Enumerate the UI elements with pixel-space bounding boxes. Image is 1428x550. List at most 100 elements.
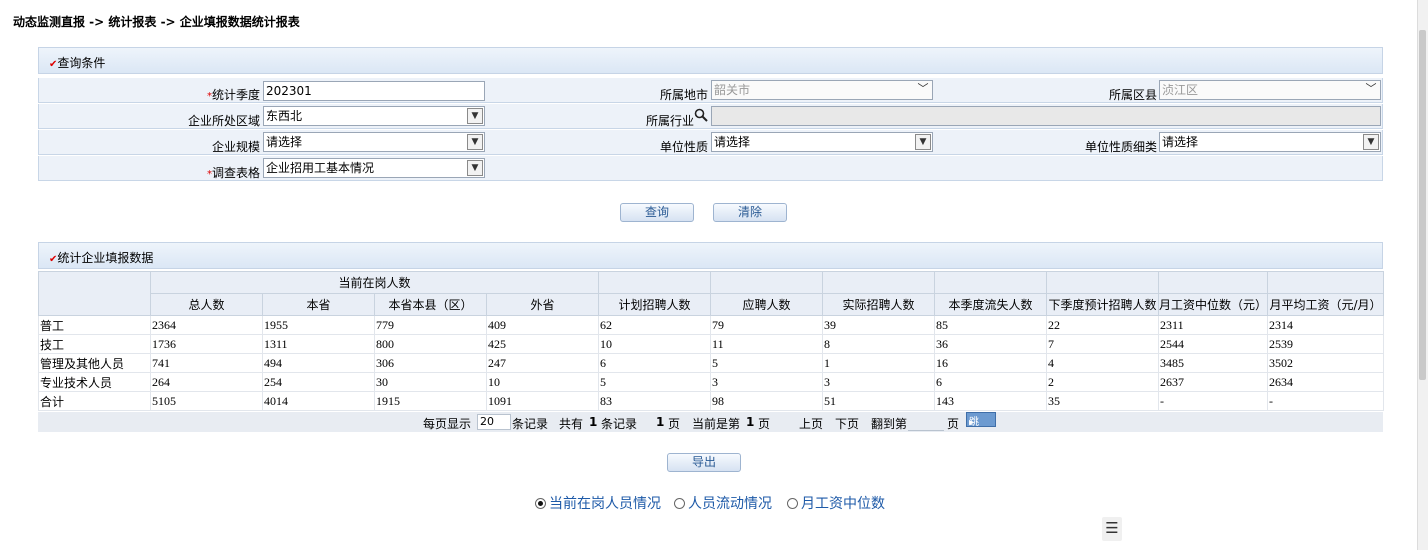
table-row: 专业技术人员 264 254 30 10 5 3 3 6 2 2637 2634: [38, 372, 1385, 392]
play-icon: ▸: [969, 417, 975, 428]
table-header-row-2: 总人数 本省 本省本县（区） 外省 计划招聘人数 应聘人数 实际招聘人数 本季度…: [39, 293, 1385, 316]
region-label: 企业所处区域: [187, 114, 260, 128]
query-button[interactable]: 查询: [620, 203, 694, 222]
table-cell: 800: [374, 334, 487, 354]
table-cell: 51: [822, 391, 936, 411]
table-cell: 10: [485, 372, 600, 392]
table-cell: 2311: [1158, 315, 1269, 335]
table-row: 技工 1736 1311 800 425 10 11 8 36 7 2544 2539: [38, 334, 1385, 354]
clear-button[interactable]: 清除: [713, 203, 787, 222]
radio-icon[interactable]: [535, 498, 546, 509]
current-page: 1: [746, 415, 755, 429]
page-count: 1: [656, 415, 665, 429]
row-label: 合计: [38, 391, 151, 411]
view-option-median-wage[interactable]: 月工资中位数: [787, 493, 885, 513]
page-unit: 页: [668, 417, 681, 431]
nature-detail-select[interactable]: 请选择 ▼: [1159, 132, 1381, 152]
table-cell: 306: [374, 353, 487, 373]
nature-select[interactable]: 请选择 ▼: [711, 132, 933, 152]
pagination-bar: 每页显示 20 条记录 共有 1 条记录 1 页 当前是第 1 页 上页 下页 …: [38, 412, 1383, 432]
table-cell: 39: [822, 315, 936, 335]
current-unit: 页: [758, 417, 771, 431]
view-option-turnover[interactable]: 人员流动情况: [674, 493, 772, 513]
total-prefix: 共有: [559, 417, 584, 431]
table-cell: 425: [485, 334, 600, 354]
table-cell: 36: [934, 334, 1048, 354]
query-section-title: ✔查询条件: [49, 56, 106, 70]
radio-icon[interactable]: [674, 498, 685, 509]
column-header: 计划招聘人数: [598, 293, 712, 316]
table-cell: 3: [822, 372, 936, 392]
period-input[interactable]: 202301: [263, 81, 485, 101]
stats-section-title: ✔统计企业填报数据: [49, 251, 154, 265]
table-cell: 10: [598, 334, 712, 354]
table-cell: 11: [710, 334, 824, 354]
radio-icon[interactable]: [787, 498, 798, 509]
chevron-down-icon: ﹀: [1365, 82, 1377, 95]
county-select[interactable]: 浈江区 ﹀: [1159, 80, 1381, 100]
table-cell: 2364: [150, 315, 263, 335]
column-header: 本季度流失人数: [934, 293, 1048, 316]
chevron-down-icon: ﹀: [917, 82, 929, 95]
goto-page-input[interactable]: [908, 415, 944, 431]
next-page-link[interactable]: 下页: [835, 415, 859, 432]
table-cell: 62: [598, 315, 712, 335]
total-count: 1: [589, 415, 598, 429]
scrollbar-thumb[interactable]: [1419, 30, 1426, 380]
stats-section-header: ✔统计企业填报数据: [38, 242, 1383, 269]
table-cell: 16: [934, 353, 1048, 373]
column-header: 月工资中位数（元）: [1158, 293, 1269, 316]
table-cell: 79: [710, 315, 824, 335]
table-cell: 6: [934, 372, 1048, 392]
search-icon[interactable]: [694, 108, 708, 125]
breadcrumb: 动态监测直报 -> 统计报表 -> 企业填报数据统计报表: [13, 15, 300, 29]
row-label: 管理及其他人员: [38, 353, 151, 373]
table-cell: 2314: [1267, 315, 1385, 335]
column-header: 总人数: [150, 293, 263, 316]
survey-label: *调查表格: [206, 166, 260, 180]
per-page-input[interactable]: 20: [477, 414, 511, 430]
table-cell: 22: [1046, 315, 1160, 335]
group-header: 当前在岗人数: [149, 271, 600, 294]
table-cell: 1091: [485, 391, 600, 411]
column-header: 下季度预计招聘人数: [1046, 293, 1160, 316]
table-cell: 35: [1046, 391, 1160, 411]
region-select[interactable]: 东西北 ▼: [263, 106, 485, 126]
column-header: 应聘人数: [710, 293, 824, 316]
table-cell: 3485: [1158, 353, 1269, 373]
city-label: 所属地市: [659, 88, 708, 102]
table-cell: 4: [1046, 353, 1160, 373]
chevron-down-icon: ▼: [915, 134, 931, 150]
table-cell: 8: [822, 334, 936, 354]
table-cell: 30: [374, 372, 487, 392]
table-cell: 409: [485, 315, 600, 335]
prev-page-link[interactable]: 上页: [799, 415, 823, 432]
row-label-header: [38, 271, 151, 316]
column-header: 月平均工资（元/月）: [1267, 293, 1385, 316]
records-label: 条记录: [512, 417, 549, 431]
city-select[interactable]: 韶关市 ﹀: [711, 80, 933, 100]
scale-select[interactable]: 请选择 ▼: [263, 132, 485, 152]
column-header: 外省: [485, 293, 600, 316]
menu-icon[interactable]: ☰: [1102, 517, 1122, 541]
table-cell: 2637: [1158, 372, 1269, 392]
column-header: 实际招聘人数: [822, 293, 936, 316]
table-header-row-1: 当前在岗人数: [38, 271, 1385, 316]
table-cell: 741: [150, 353, 263, 373]
table-cell: 494: [262, 353, 375, 373]
industry-input[interactable]: [711, 106, 1381, 126]
scale-label: 企业规模: [211, 140, 260, 154]
goto-page-button[interactable]: 跳 ▸: [966, 412, 996, 428]
chevron-down-icon: ▼: [467, 160, 483, 176]
row-label: 技工: [38, 334, 151, 354]
column-header: 本省: [262, 293, 375, 316]
export-button[interactable]: 导出: [667, 453, 741, 472]
table-cell: 779: [374, 315, 487, 335]
survey-select[interactable]: 企业招用工基本情况 ▼: [263, 158, 485, 178]
table-row: 普工 2364 1955 779 409 62 79 39 85 22 2311 2314: [38, 315, 1385, 335]
column-header: 本省本县（区）: [374, 293, 487, 316]
view-option-current-staff[interactable]: 当前在岗人员情况: [535, 493, 661, 513]
table-cell: 254: [262, 372, 375, 392]
nature-detail-label: 单位性质细类: [1084, 140, 1157, 154]
table-cell: -: [1158, 391, 1269, 411]
